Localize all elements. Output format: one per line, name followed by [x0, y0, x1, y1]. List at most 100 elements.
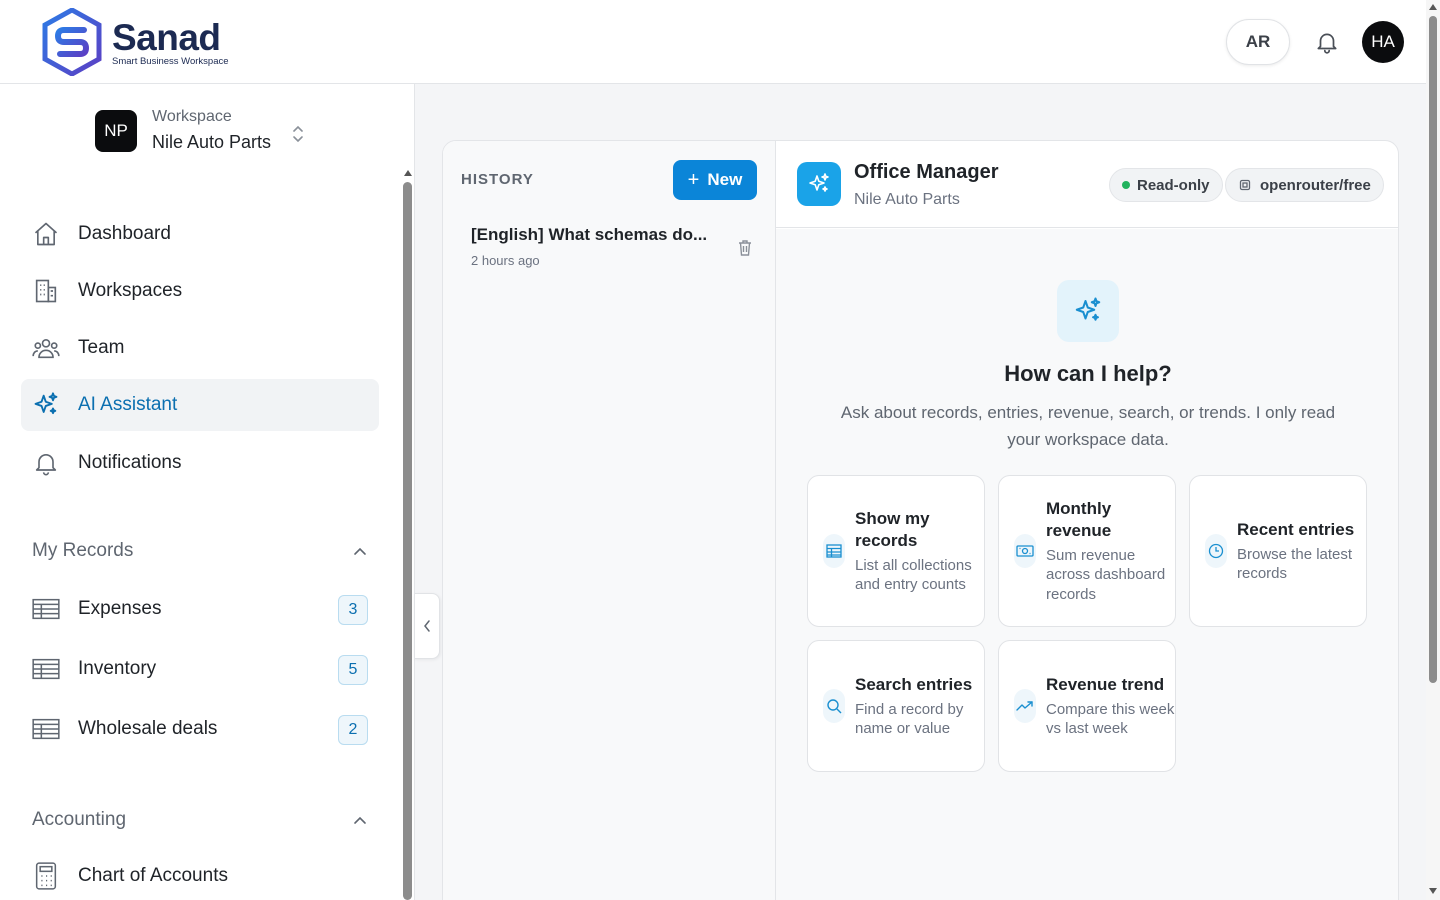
sparkles-icon	[1075, 297, 1101, 321]
assistant-panel: HISTORY + New [English] What schemas do.…	[442, 140, 1399, 900]
sidebar-scrollbar[interactable]	[403, 170, 412, 900]
count-badge: 5	[338, 655, 368, 685]
new-chat-label: New	[707, 170, 743, 189]
logo-mark-icon	[42, 8, 102, 76]
trash-icon	[739, 240, 751, 256]
section-title: Accounting	[32, 809, 127, 830]
nav-label: AI Assistant	[78, 394, 178, 415]
brand-tagline: Smart Business Workspace	[112, 55, 229, 67]
suggestion-recent-entries[interactable]: Recent entries Browse the latest records	[1189, 475, 1367, 627]
history-item-time: 2 hours ago	[471, 253, 540, 268]
table-icon	[823, 534, 845, 568]
chevron-up-down-icon	[293, 125, 303, 142]
workspace-name: Nile Auto Parts	[152, 132, 272, 152]
money-icon	[1014, 534, 1036, 568]
nav-item-chart-of-accounts[interactable]: Chart of Accounts	[21, 850, 379, 900]
suggestion-title: Revenue trend	[1046, 674, 1165, 694]
suggestion-desc: Compare this week vs last week	[1046, 700, 1175, 738]
chat-area: Office Manager Nile Auto Parts Read-only…	[776, 141, 1398, 900]
help-illustration	[1057, 280, 1119, 342]
suggestion-monthly-revenue[interactable]: Monthly revenue Sum revenue across dashb…	[998, 475, 1176, 627]
my-records-header[interactable]: My Records	[32, 540, 367, 562]
history-item-title: [English] What schemas do...	[471, 225, 708, 244]
trend-icon	[1014, 689, 1036, 723]
record-item-inventory[interactable]: Inventory	[21, 643, 379, 695]
suggestion-search-entries[interactable]: Search entries Find a record by name or …	[807, 640, 985, 772]
suggestion-desc: Sum revenue across dashboard records	[1046, 546, 1166, 603]
plus-icon: +	[687, 168, 700, 191]
count-badge: 2	[338, 715, 368, 745]
record-label: Wholesale deals	[78, 718, 218, 739]
nav-label: Dashboard	[78, 223, 171, 244]
suggestion-desc: List all collections and entry counts	[855, 556, 972, 594]
assistant-avatar	[797, 162, 841, 206]
suggestion-title: Search entries	[855, 674, 973, 694]
record-label: Expenses	[78, 598, 162, 619]
chat-header: Office Manager Nile Auto Parts Read-only…	[776, 141, 1398, 228]
delete-history-button[interactable]	[737, 239, 753, 262]
status-dot	[1122, 181, 1130, 189]
bell-icon	[31, 448, 61, 478]
history-item[interactable]: [English] What schemas do... 2 hours ago	[471, 225, 761, 268]
status-text: Read-only	[1137, 176, 1210, 194]
nav-item-workspaces[interactable]: Workspaces	[21, 265, 379, 317]
suggestion-desc: Browse the latest records	[1237, 545, 1353, 583]
section-title: My Records	[32, 540, 134, 561]
collapse-history-button[interactable]	[414, 593, 440, 659]
history-panel: HISTORY + New [English] What schemas do.…	[443, 141, 776, 900]
accounting-header[interactable]: Accounting	[32, 809, 367, 831]
nav-label: Workspaces	[78, 280, 183, 301]
sidebar: NP Workspace Nile Auto Parts	[0, 84, 415, 900]
clock-icon	[1205, 534, 1227, 568]
nav-item-notifications[interactable]: Notifications	[21, 437, 379, 489]
nav-item-dashboard[interactable]: Dashboard	[21, 208, 379, 260]
building-icon	[31, 276, 61, 306]
suggestion-show-records[interactable]: Show my records List all collections and…	[807, 475, 985, 627]
top-bar: Sanad Smart Business Workspace AR HA	[0, 0, 1426, 84]
chip-icon	[1239, 179, 1251, 191]
user-avatar[interactable]: HA	[1362, 21, 1404, 63]
workspace-switcher[interactable]: NP Workspace Nile Auto Parts	[95, 108, 305, 153]
brand-logo[interactable]: Sanad Smart Business Workspace	[42, 8, 229, 76]
help-subtitle: Ask about records, entries, revenue, sea…	[840, 403, 1336, 449]
chevron-up-icon	[354, 816, 366, 824]
record-item-wholesale-deals[interactable]: Wholesale deals	[21, 703, 379, 755]
table-icon	[31, 714, 61, 744]
table-icon	[31, 654, 61, 684]
sparkles-icon	[809, 173, 829, 192]
chevron-left-icon	[424, 620, 430, 632]
record-item-expenses[interactable]: Expenses	[21, 583, 379, 635]
suggestion-title: Monthly revenue	[1046, 498, 1112, 540]
page-scrollbar[interactable]	[1426, 0, 1440, 900]
calculator-icon	[31, 861, 61, 891]
model-name: openrouter/free	[1260, 176, 1371, 194]
notifications-button[interactable]	[1304, 19, 1350, 65]
history-title: HISTORY	[461, 171, 534, 188]
new-chat-button[interactable]: + New	[673, 160, 757, 200]
nav-label: Team	[78, 337, 125, 358]
workspace-label: Workspace	[152, 108, 232, 125]
nav-item-ai-assistant[interactable]: AI Assistant	[21, 379, 379, 431]
assistant-name: Office Manager	[854, 161, 999, 183]
users-icon	[31, 333, 61, 363]
model-badge[interactable]: openrouter/free	[1225, 168, 1384, 202]
assistant-workspace: Nile Auto Parts	[854, 191, 960, 208]
home-icon	[31, 219, 61, 249]
read-only-badge: Read-only	[1109, 168, 1223, 202]
record-label: Inventory	[78, 658, 157, 679]
chevron-up-icon	[354, 547, 366, 555]
chat-body: How can I help? Ask about records, entri…	[776, 229, 1398, 900]
nav-item-team[interactable]: Team	[21, 322, 379, 374]
nav-label: Notifications	[78, 452, 182, 473]
suggestion-revenue-trend[interactable]: Revenue trend Compare this week vs last …	[998, 640, 1176, 772]
table-icon	[31, 594, 61, 624]
help-title: How can I help?	[1004, 361, 1172, 386]
brand-name: Sanad	[112, 16, 221, 58]
count-badge: 3	[338, 595, 368, 625]
language-toggle-button[interactable]: AR	[1226, 19, 1290, 65]
search-icon	[823, 689, 845, 723]
bell-icon	[1317, 33, 1337, 54]
nav-label: Chart of Accounts	[78, 865, 228, 886]
workspace-badge: NP	[95, 109, 137, 152]
suggestion-desc: Find a record by name or value	[855, 700, 964, 738]
